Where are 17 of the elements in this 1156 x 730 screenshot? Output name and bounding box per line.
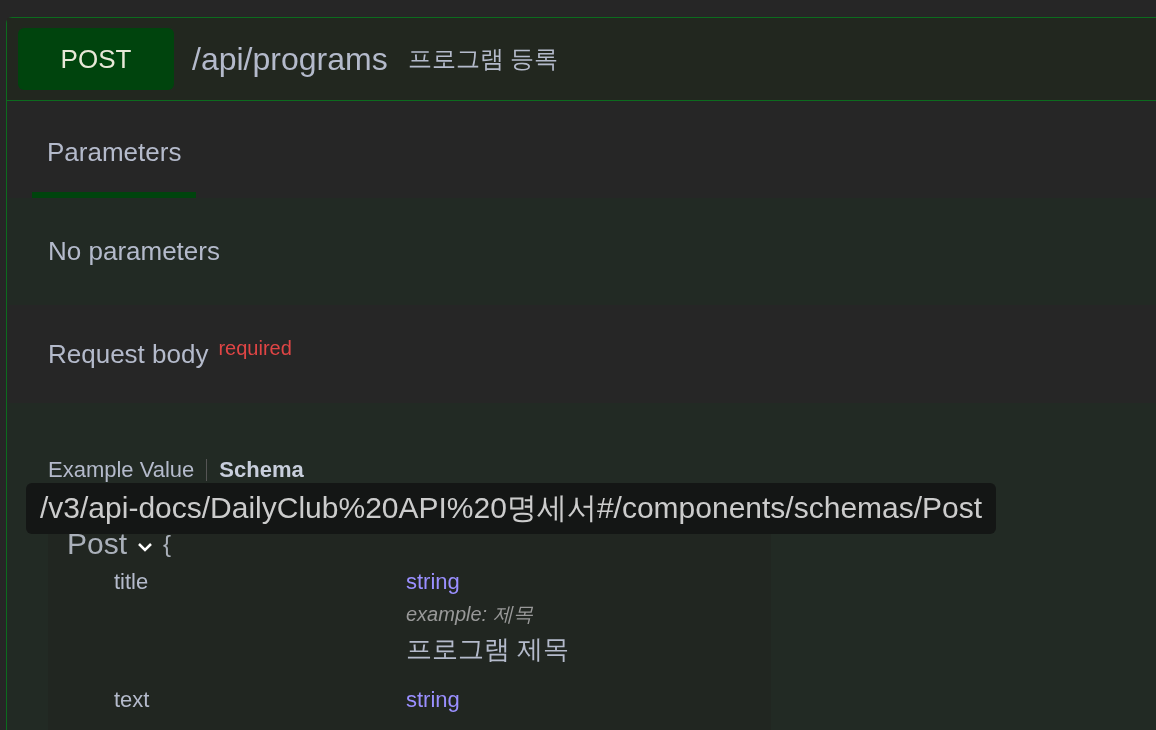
property-type: string [406, 569, 461, 595]
property-name: text [114, 687, 151, 713]
property-type: string [406, 687, 460, 713]
no-parameters-text: No parameters [48, 236, 220, 267]
body-tab[interactable]: Example Value [48, 457, 195, 483]
method-badge: POST [18, 28, 174, 90]
body-tab[interactable]: Schema [219, 457, 304, 483]
caret-icon[interactable] [137, 541, 154, 553]
request-body-label: Request body [48, 338, 209, 370]
operation-header[interactable]: POST /api/programs 프로그램 등록 [7, 18, 1156, 101]
property-example: example: 제목 [406, 602, 534, 627]
endpoint-summary: 프로그램 등록 [407, 44, 559, 74]
tooltip: /v3/api-docs/DailyClub%20API%20명세서#/components/schemas/Post [26, 483, 997, 534]
property-name: title [114, 569, 150, 596]
endpoint-path: /api/programs [192, 40, 388, 78]
property-description: 프로그램 제목 [406, 633, 570, 666]
required-label: required [218, 337, 292, 360]
